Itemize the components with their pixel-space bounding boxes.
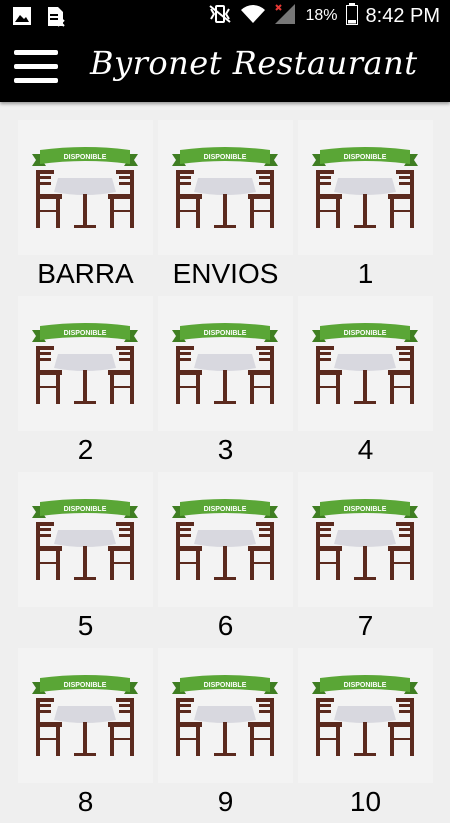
no-signal-icon (273, 3, 297, 30)
status-label: DISPONIBLE (344, 330, 387, 337)
table-name: 6 (217, 610, 234, 641)
table-name: 9 (217, 786, 234, 817)
table-chairs-icon: DISPONIBLE (32, 499, 138, 580)
table-card-image: DISPONIBLE (158, 472, 293, 607)
table-card-image: DISPONIBLE (158, 120, 293, 255)
table-name: 10 (349, 786, 382, 817)
status-label: DISPONIBLE (204, 682, 247, 689)
table-card-image: DISPONIBLE (158, 296, 293, 431)
mute-vibrate-icon (207, 4, 233, 29)
table-chairs-icon: DISPONIBLE (32, 675, 138, 756)
wifi-icon (241, 4, 266, 29)
app-title: Byronet Restaurant (90, 44, 418, 82)
table-card[interactable]: DISPONIBLE 9 (158, 648, 293, 823)
table-chairs-icon: DISPONIBLE (312, 499, 418, 580)
status-label: DISPONIBLE (64, 506, 107, 513)
table-chairs-icon: DISPONIBLE (32, 323, 138, 404)
table-card-image: DISPONIBLE (298, 472, 433, 607)
table-chairs-icon: DISPONIBLE (312, 675, 418, 756)
status-label: DISPONIBLE (64, 330, 107, 337)
table-card-image: DISPONIBLE (18, 120, 153, 255)
status-bar: 18% 8:42 PM (0, 0, 450, 32)
table-name: 3 (217, 434, 234, 465)
battery-icon (345, 2, 358, 30)
battery-percent: 18% (305, 7, 338, 24)
table-name: 7 (357, 610, 374, 641)
table-card[interactable]: DISPONIBLE 8 (18, 648, 153, 823)
table-card[interactable]: DISPONIBLE ENVIOS (158, 120, 293, 295)
table-card[interactable]: DISPONIBLE 2 (18, 296, 153, 471)
table-card[interactable]: DISPONIBLE 5 (18, 472, 153, 647)
table-chairs-icon: DISPONIBLE (312, 323, 418, 404)
table-card-image: DISPONIBLE (18, 472, 153, 607)
hamburger-menu-icon[interactable] (14, 46, 58, 88)
table-name: 1 (357, 258, 374, 289)
table-card[interactable]: DISPONIBLE 4 (298, 296, 433, 471)
table-card-image: DISPONIBLE (298, 296, 433, 431)
table-card-image: DISPONIBLE (298, 120, 433, 255)
status-bar-left (12, 6, 66, 33)
sim-card-x-icon (46, 6, 66, 33)
table-chairs-icon: DISPONIBLE (172, 499, 278, 580)
status-label: DISPONIBLE (64, 154, 107, 161)
table-name: 4 (357, 434, 374, 465)
table-card[interactable]: DISPONIBLE 6 (158, 472, 293, 647)
app-bar: Byronet Restaurant (0, 32, 450, 102)
status-label: DISPONIBLE (204, 330, 247, 337)
table-name: ENVIOS (172, 258, 279, 289)
table-card[interactable]: DISPONIBLE 3 (158, 296, 293, 471)
table-name: 2 (77, 434, 94, 465)
table-name: 8 (77, 786, 94, 817)
table-card-image: DISPONIBLE (18, 648, 153, 783)
table-card[interactable]: DISPONIBLE 1 (298, 120, 433, 295)
image-icon (12, 6, 32, 33)
table-chairs-icon: DISPONIBLE (32, 147, 138, 228)
status-label: DISPONIBLE (344, 682, 387, 689)
status-label: DISPONIBLE (344, 154, 387, 161)
table-chairs-icon: DISPONIBLE (312, 147, 418, 228)
table-card-image: DISPONIBLE (18, 296, 153, 431)
clock: 8:42 PM (365, 4, 440, 27)
table-card[interactable]: DISPONIBLE BARRA (18, 120, 153, 295)
status-label: DISPONIBLE (344, 506, 387, 513)
status-label: DISPONIBLE (64, 682, 107, 689)
table-card-image: DISPONIBLE (298, 648, 433, 783)
table-name: 5 (77, 610, 94, 641)
table-chairs-icon: DISPONIBLE (172, 147, 278, 228)
status-label: DISPONIBLE (204, 154, 247, 161)
status-bar-right: 18% 8:42 PM (207, 0, 440, 32)
table-chairs-icon: DISPONIBLE (172, 323, 278, 404)
table-card[interactable]: DISPONIBLE 10 (298, 648, 433, 823)
table-card-image: DISPONIBLE (158, 648, 293, 783)
table-name: BARRA (37, 258, 134, 289)
table-card[interactable]: DISPONIBLE 7 (298, 472, 433, 647)
table-chairs-icon: DISPONIBLE (172, 675, 278, 756)
status-label: DISPONIBLE (204, 506, 247, 513)
